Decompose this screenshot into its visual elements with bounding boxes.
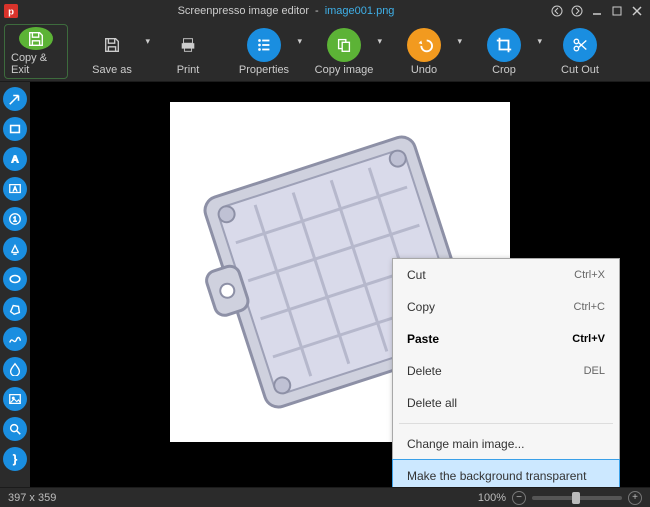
properties-chevron-icon[interactable]: ▾ xyxy=(297,36,302,47)
crop-label: Crop xyxy=(492,64,516,76)
close-icon[interactable] xyxy=(630,4,644,18)
ctx-change-main-image[interactable]: Change main image... xyxy=(393,428,619,460)
magnify-tool[interactable] xyxy=(3,417,27,441)
ctx-cut[interactable]: Cut Ctrl+X xyxy=(393,259,619,291)
copy-image-label: Copy image xyxy=(315,64,374,76)
scissors-icon xyxy=(563,28,597,62)
ctx-delete-shortcut: DEL xyxy=(584,365,605,377)
properties-button[interactable]: Properties ▾ xyxy=(224,22,304,81)
copy-and-exit-button[interactable]: Copy & Exit xyxy=(4,24,68,79)
copy-exit-label: Copy & Exit xyxy=(11,52,61,76)
text-tool[interactable]: A xyxy=(3,147,27,171)
polygon-tool[interactable] xyxy=(3,297,27,321)
ellipse-tool[interactable] xyxy=(3,267,27,291)
blur-tool[interactable] xyxy=(3,357,27,381)
save-as-button[interactable]: Save as ▾ xyxy=(72,22,152,81)
cut-out-label: Cut Out xyxy=(561,64,599,76)
minimize-icon[interactable] xyxy=(590,4,604,18)
ctx-cut-shortcut: Ctrl+X xyxy=(574,269,605,281)
status-bar: 397 x 359 100% − + xyxy=(0,487,650,507)
save-icon xyxy=(19,27,53,50)
svg-text:}: } xyxy=(13,454,17,466)
window-controls xyxy=(550,4,650,18)
image-dimensions: 397 x 359 xyxy=(8,492,56,504)
app-logo: p xyxy=(0,0,22,22)
undo-chevron-icon[interactable]: ▾ xyxy=(457,36,462,47)
ctx-separator xyxy=(399,423,613,424)
freehand-tool[interactable] xyxy=(3,327,27,351)
maximize-icon[interactable] xyxy=(610,4,624,18)
undo-icon xyxy=(407,28,441,62)
svg-text:A: A xyxy=(13,186,18,193)
zoom-out-button[interactable]: − xyxy=(512,491,526,505)
crop-icon xyxy=(487,28,521,62)
list-icon xyxy=(247,28,281,62)
main-area: A A 1 } xyxy=(0,82,650,487)
svg-text:p: p xyxy=(8,7,14,18)
title-area: Screenpresso image editor - image001.png xyxy=(22,5,550,17)
brace-tool[interactable]: } xyxy=(3,447,27,471)
save-as-label: Save as xyxy=(92,64,132,76)
context-menu: Cut Ctrl+X Copy Ctrl+C Paste Ctrl+V Dele… xyxy=(392,258,620,487)
ctx-make-transparent[interactable]: Make the background transparent xyxy=(393,460,619,487)
ctx-copy[interactable]: Copy Ctrl+C xyxy=(393,291,619,323)
undo-label: Undo xyxy=(411,64,437,76)
file-name: image001.png xyxy=(325,5,395,17)
crop-button[interactable]: Crop ▾ xyxy=(464,22,544,81)
zoom-percent: 100% xyxy=(478,492,506,504)
ctx-paste-label: Paste xyxy=(407,332,439,346)
ctx-make-transparent-label: Make the background transparent xyxy=(407,469,586,483)
zoom-slider-thumb[interactable] xyxy=(572,492,580,504)
ctx-cut-label: Cut xyxy=(407,268,426,282)
zoom-in-button[interactable]: + xyxy=(628,491,642,505)
title-sep: - xyxy=(315,5,319,17)
svg-text:A: A xyxy=(11,154,19,166)
print-label: Print xyxy=(177,64,200,76)
floppy-icon xyxy=(95,28,129,62)
ctx-delete-all-label: Delete all xyxy=(407,396,457,410)
copy-image-chevron-icon[interactable]: ▾ xyxy=(377,36,382,47)
history-back-icon[interactable] xyxy=(550,4,564,18)
ctx-copy-label: Copy xyxy=(407,300,435,314)
ctx-paste[interactable]: Paste Ctrl+V xyxy=(393,323,619,355)
history-forward-icon[interactable] xyxy=(570,4,584,18)
ctx-paste-shortcut: Ctrl+V xyxy=(572,333,605,345)
undo-button[interactable]: Undo ▾ xyxy=(384,22,464,81)
crop-chevron-icon[interactable]: ▾ xyxy=(537,36,542,47)
app-title: Screenpresso image editor xyxy=(178,5,309,17)
zoom-controls: 100% − + xyxy=(478,491,642,505)
ctx-delete[interactable]: Delete DEL xyxy=(393,355,619,387)
save-as-chevron-icon[interactable]: ▾ xyxy=(145,36,150,47)
svg-text:1: 1 xyxy=(13,217,17,224)
main-toolbar: Copy & Exit Save as ▾ Print Properties ▾… xyxy=(0,22,650,82)
textbox-tool[interactable]: A xyxy=(3,177,27,201)
arrow-tool[interactable] xyxy=(3,87,27,111)
cut-out-button[interactable]: Cut Out xyxy=(544,22,616,81)
window-titlebar: p Screenpresso image editor - image001.p… xyxy=(0,0,650,22)
zoom-slider[interactable] xyxy=(532,496,622,500)
ctx-delete-all[interactable]: Delete all xyxy=(393,387,619,419)
side-toolbar: A A 1 } xyxy=(0,82,30,487)
print-button[interactable]: Print xyxy=(152,22,224,81)
ctx-change-main-label: Change main image... xyxy=(407,437,524,451)
ctx-delete-label: Delete xyxy=(407,364,442,378)
ctx-copy-shortcut: Ctrl+C xyxy=(574,301,605,313)
copy-image-button[interactable]: Copy image ▾ xyxy=(304,22,384,81)
copy-icon xyxy=(327,28,361,62)
number-tool[interactable]: 1 xyxy=(3,207,27,231)
highlighter-tool[interactable] xyxy=(3,237,27,261)
properties-label: Properties xyxy=(239,64,289,76)
printer-icon xyxy=(171,28,205,62)
rect-tool[interactable] xyxy=(3,117,27,141)
image-tool[interactable] xyxy=(3,387,27,411)
canvas-area[interactable]: Cut Ctrl+X Copy Ctrl+C Paste Ctrl+V Dele… xyxy=(30,82,650,487)
